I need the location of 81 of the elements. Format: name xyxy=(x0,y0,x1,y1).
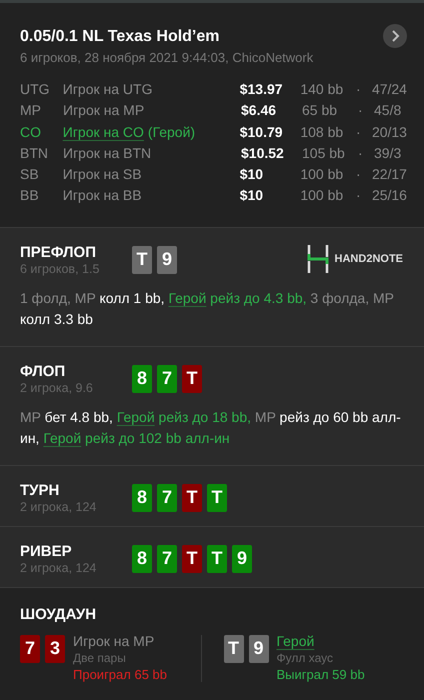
street-info: 6 игроков, 1.5 xyxy=(20,262,100,276)
hero-link[interactable]: Герой xyxy=(276,632,314,649)
player-stats: 39/3 xyxy=(374,144,402,163)
card: 3 xyxy=(45,634,65,663)
separator-dot: · xyxy=(358,101,364,120)
player-position: UTG xyxy=(20,80,51,99)
separator-dot: · xyxy=(356,165,362,184)
player-bb: 100 bb xyxy=(300,186,344,206)
street-name: ФЛОП xyxy=(20,362,66,380)
card: T xyxy=(182,484,202,512)
logo-icon xyxy=(306,244,329,274)
hero-link[interactable]: Игрок на CO xyxy=(62,124,144,140)
street-name: РИВЕР xyxy=(20,542,73,560)
hand-rank: Две пары xyxy=(73,650,126,665)
player-bb: 140 bb xyxy=(300,80,344,99)
card: 7 xyxy=(157,484,177,512)
player-stats: 47/24 xyxy=(372,80,407,99)
showdown-title: ШОУДАУН xyxy=(20,606,98,623)
card: 7 xyxy=(157,544,177,573)
result-text: Выиграл 59 bb xyxy=(276,666,365,682)
hand-rank: Фулл хаус xyxy=(276,650,333,665)
player-stats: 25/16 xyxy=(372,186,407,206)
player-name: Игрок на UTG xyxy=(62,81,152,97)
player-bb: 108 bb xyxy=(300,122,344,142)
separator-dot: · xyxy=(356,122,362,142)
card: 8 xyxy=(132,364,152,393)
result-text: Проиграл 65 bb xyxy=(73,666,167,682)
player-position: BB xyxy=(20,186,40,206)
next-button[interactable] xyxy=(383,24,407,48)
card: 7 xyxy=(157,364,177,393)
player-name: Игрок на BTN xyxy=(63,144,152,161)
player-position: CO xyxy=(20,122,42,142)
card: 7 xyxy=(20,634,40,663)
street-info: 2 игрока, 124 xyxy=(20,560,98,575)
card: T xyxy=(207,544,227,573)
street-name: ПРЕФЛОП xyxy=(20,244,97,261)
player-stack: $6.46 xyxy=(241,101,278,120)
card: T xyxy=(182,364,202,393)
player-name: Игрок на MP xyxy=(63,102,144,118)
card: T xyxy=(182,544,202,573)
player-stack: $10.79 xyxy=(240,122,284,142)
player-stats: 45/8 xyxy=(374,101,402,120)
player-name: Игрок на MP xyxy=(73,632,154,649)
card: 9 xyxy=(157,246,177,274)
player-stack: $10.52 xyxy=(241,144,285,163)
separator-dot: · xyxy=(356,80,362,99)
card: T xyxy=(132,246,152,274)
action-text: MP бет 4.8 bb, Герой рейз до 18 bb, MP рейз до 60 bb алл-ин, Герой рейз до 102 bb алл-ин xyxy=(20,408,402,448)
card: T xyxy=(207,484,227,512)
action-text: 1 фолд, MP колл 1 bb, Герой рейз до 4.3 bb, 3 фолда, MP колл 3.3 bb xyxy=(20,288,395,329)
chevron-right-icon xyxy=(390,30,400,42)
hero-link[interactable]: Герой xyxy=(43,430,82,446)
street-name: ТУРН xyxy=(20,482,60,499)
card: 9 xyxy=(232,544,252,573)
player-stack: $13.97 xyxy=(240,80,284,99)
card: 9 xyxy=(248,634,268,663)
player-bb: 100 bb xyxy=(300,165,344,184)
street-info: 2 игрока, 124 xyxy=(20,500,98,514)
separator-dot: · xyxy=(358,144,364,163)
separator-dot: · xyxy=(356,186,362,206)
player-stats: 20/13 xyxy=(372,122,407,142)
player-stack: $10 xyxy=(240,165,264,184)
player-stats: 22/17 xyxy=(372,165,407,184)
hero-link[interactable]: Герой xyxy=(168,290,206,306)
street-info: 2 игрока, 9.6 xyxy=(20,380,94,395)
card: 8 xyxy=(132,544,152,573)
player-bb: 105 bb xyxy=(302,144,346,163)
player-stack: $10 xyxy=(240,186,264,206)
hand-subtitle: 6 игроков, 28 ноября 2021 9:44:03, ChicoNetwork xyxy=(20,50,314,65)
card: 8 xyxy=(132,484,152,512)
player-bb: 65 bb xyxy=(302,101,338,120)
card: T xyxy=(224,634,244,663)
player-position: MP xyxy=(20,101,42,120)
player-position: SB xyxy=(20,165,40,184)
hero-tag: (Герой) xyxy=(148,124,196,140)
player-name: Игрок на BB xyxy=(62,187,142,204)
player-position: BTN xyxy=(20,144,49,163)
hero-link[interactable]: Герой xyxy=(116,408,155,425)
hand-title: 0.05/0.1 NL Texas Hold’em xyxy=(20,28,220,46)
player-name: Игрок на SB xyxy=(62,166,142,182)
logo-text: HAND2NOTE xyxy=(334,252,403,265)
